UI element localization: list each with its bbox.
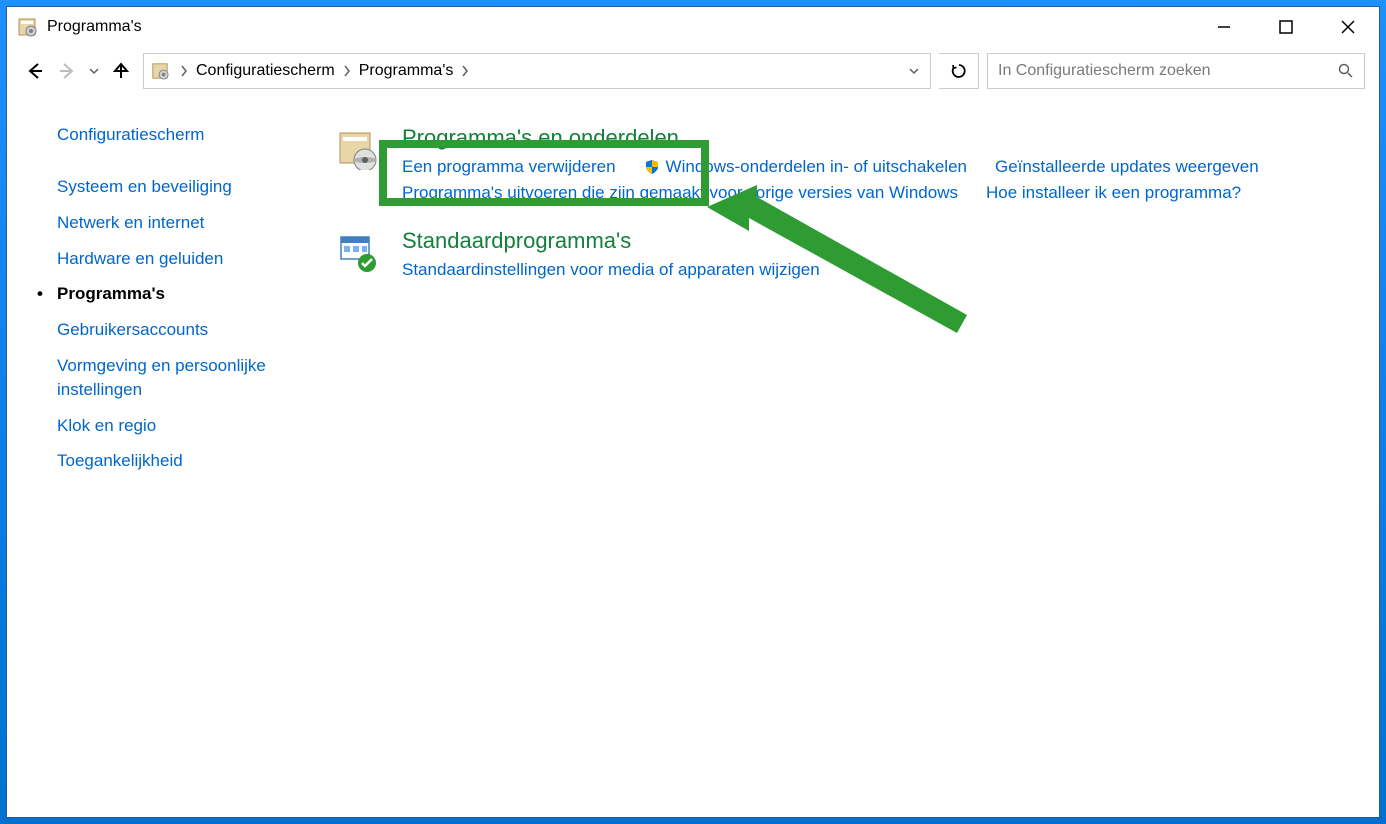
link-windows-features[interactable]: Windows-onderdelen in- of uitschakelen xyxy=(644,157,967,177)
maximize-button[interactable] xyxy=(1255,7,1317,47)
programs-icon xyxy=(17,17,37,37)
sidebar-item-accounts[interactable]: Gebruikersaccounts xyxy=(57,318,317,342)
breadcrumb-configuratiescherm[interactable]: Configuratiescherm xyxy=(194,62,337,80)
link-media-defaults[interactable]: Standaardinstellingen voor media of appa… xyxy=(402,260,820,280)
search-box[interactable]: In Configuratiescherm zoeken xyxy=(987,53,1365,89)
link-how-install[interactable]: Hoe installeer ik een programma? xyxy=(986,183,1241,203)
category-links: Standaardinstellingen voor media of appa… xyxy=(402,260,1359,280)
category-default-programs: Standaardprogramma's Standaardinstelling… xyxy=(337,228,1359,283)
navbar: Configuratiescherm Programma's In Config… xyxy=(7,47,1379,95)
titlebar: Programma's xyxy=(7,7,1379,47)
search-placeholder: In Configuratiescherm zoeken xyxy=(998,62,1338,80)
programs-features-icon xyxy=(337,130,387,180)
sidebar-item-appearance[interactable]: Vormgeving en persoonlijke instellingen xyxy=(57,354,317,402)
sidebar-item-clock[interactable]: Klok en regio xyxy=(57,414,317,438)
history-dropdown[interactable] xyxy=(85,66,103,76)
chevron-right-icon[interactable] xyxy=(339,65,355,77)
programs-breadcrumb-icon xyxy=(150,61,170,81)
control-panel-window: Programma's xyxy=(6,6,1380,818)
chevron-right-icon[interactable] xyxy=(457,65,473,77)
default-programs-icon xyxy=(337,233,387,283)
sidebar-home-link[interactable]: Configuratiescherm xyxy=(57,125,317,145)
category-body: Standaardprogramma's Standaardinstelling… xyxy=(402,228,1359,283)
link-view-updates[interactable]: Geïnstalleerde updates weergeven xyxy=(995,157,1259,177)
link-windows-features-text: Windows-onderdelen in- of uitschakelen xyxy=(666,157,967,177)
up-button[interactable] xyxy=(107,57,135,85)
sidebar-item-hardware[interactable]: Hardware en geluiden xyxy=(57,247,317,271)
search-icon xyxy=(1338,63,1354,79)
main-panel: Programma's en onderdelen Een programma … xyxy=(337,95,1379,817)
category-programs-features: Programma's en onderdelen Een programma … xyxy=(337,125,1359,203)
forward-button[interactable] xyxy=(53,57,81,85)
content-area: Configuratiescherm Systeem en beveiligin… xyxy=(7,95,1379,817)
window-title: Programma's xyxy=(47,18,1193,36)
category-links: Een programma verwijderen xyxy=(402,157,1359,203)
refresh-button[interactable] xyxy=(939,53,979,89)
breadcrumb-programmas[interactable]: Programma's xyxy=(357,62,456,80)
category-body: Programma's en onderdelen Een programma … xyxy=(402,125,1359,203)
sidebar: Configuratiescherm Systeem en beveiligin… xyxy=(7,95,337,817)
minimize-button[interactable] xyxy=(1193,7,1255,47)
category-title[interactable]: Standaardprogramma's xyxy=(402,228,1359,254)
sidebar-item-accessibility[interactable]: Toegankelijkheid xyxy=(57,449,317,473)
sidebar-item-system[interactable]: Systeem en beveiliging xyxy=(57,175,317,199)
link-run-compatibility[interactable]: Programma's uitvoeren die zijn gemaakt v… xyxy=(402,183,958,203)
chevron-right-icon[interactable] xyxy=(176,65,192,77)
window-controls xyxy=(1193,7,1379,47)
address-bar[interactable]: Configuratiescherm Programma's xyxy=(143,53,931,89)
sidebar-item-programs[interactable]: Programma's xyxy=(57,282,317,306)
sidebar-item-network[interactable]: Netwerk en internet xyxy=(57,211,317,235)
shield-icon xyxy=(644,159,660,175)
back-button[interactable] xyxy=(21,57,49,85)
nav-arrows xyxy=(21,57,135,85)
category-title[interactable]: Programma's en onderdelen xyxy=(402,125,1359,151)
address-dropdown[interactable] xyxy=(908,65,924,77)
close-button[interactable] xyxy=(1317,7,1379,47)
link-uninstall-program[interactable]: Een programma verwijderen xyxy=(402,157,616,177)
